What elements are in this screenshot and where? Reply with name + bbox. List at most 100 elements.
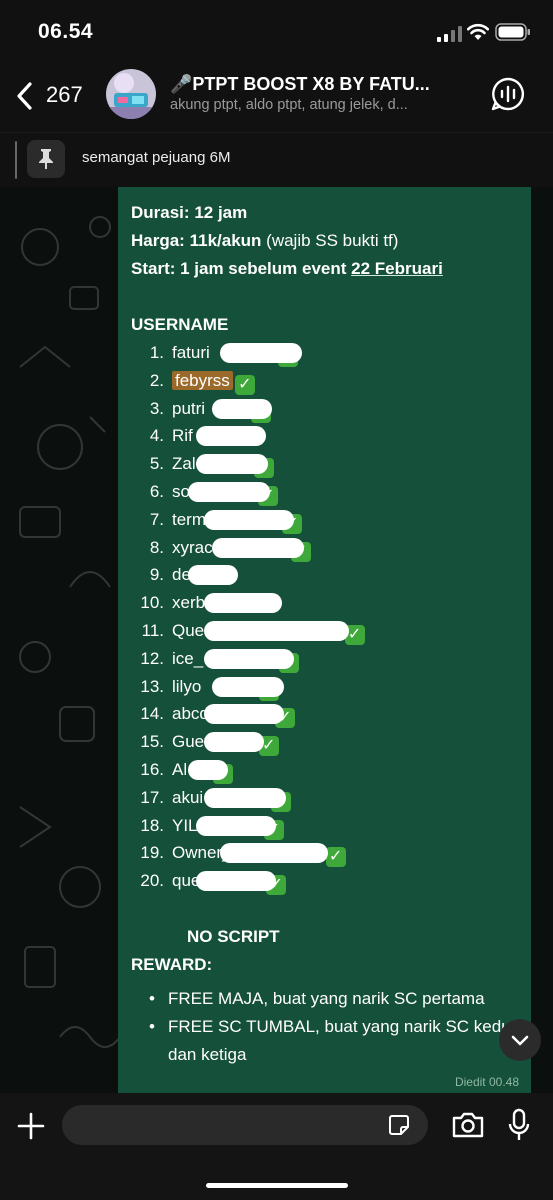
username-item: 13.lilyo✓ <box>131 673 526 701</box>
username-text: YIL <box>172 815 198 835</box>
username-item: 2. febyrss ✓ <box>131 367 526 395</box>
status-time: 06.54 <box>38 20 94 43</box>
chat-area[interactable]: Durasi: 12 jam Harga: 11k/akun (wajib SS… <box>0 187 553 1093</box>
username-item: 20. que ✓ <box>131 867 526 896</box>
battery-icon <box>495 23 530 41</box>
username-number: 6. <box>149 481 164 501</box>
username-item: 3.putri✓ <box>131 395 526 423</box>
redaction-scribble <box>212 676 284 697</box>
username-number: 14. <box>140 704 164 724</box>
message-input[interactable] <box>62 1105 428 1145</box>
username-item: 5.Zal✓ <box>131 450 526 479</box>
redaction-scribble <box>204 620 349 641</box>
username-text: putri <box>172 398 206 418</box>
username-number: 15. <box>140 732 164 752</box>
username-text: febyrss <box>172 370 233 390</box>
username-number: 4. <box>149 426 164 446</box>
username-item: 19. Owner_ ✓ <box>131 839 526 868</box>
redaction-scribble <box>188 565 238 586</box>
username-number: 7. <box>149 509 164 529</box>
username-text: term <box>172 509 206 529</box>
username-text: Zal <box>172 454 196 474</box>
username-number: 12. <box>140 648 164 668</box>
username-item: 12.ice_✓ <box>131 645 526 673</box>
cellular-signal-icon <box>437 26 462 42</box>
price-value: 11k/akun <box>189 231 262 250</box>
username-item: 18.YIL✓ <box>131 812 526 840</box>
start-date-link[interactable]: 22 Februari <box>351 259 443 278</box>
chevron-down-icon <box>511 1035 529 1046</box>
username-item: 10. xerb <box>131 589 526 617</box>
redaction-scribble <box>204 787 286 808</box>
pinned-message-bar[interactable]: semangat pejuang 6M <box>0 132 553 187</box>
plus-icon[interactable] <box>16 1111 46 1141</box>
username-number: 20. <box>140 871 164 891</box>
username-number: 13. <box>140 676 164 696</box>
reward-line: REWARD: <box>131 951 526 979</box>
pinned-indicator <box>15 141 17 179</box>
redaction-scribble <box>204 593 282 614</box>
duration-label: Durasi: <box>131 203 190 222</box>
username-number: 17. <box>140 787 164 807</box>
redaction-scribble <box>220 843 328 864</box>
reward-label: REWARD: <box>131 954 213 974</box>
redaction-scribble <box>196 871 276 892</box>
username-text: Al <box>172 759 188 779</box>
username-list: 1.faturi✓2.febyrss✓3.putri✓4.Rif5.Zal✓6.… <box>131 339 526 896</box>
chat-header: 267 🎤PTPT BOOST X8 BY FATU... akung ptpt… <box>0 64 553 132</box>
username-text: xyrac <box>172 537 213 557</box>
username-item: 4. Rif <box>131 422 526 450</box>
username-text: ice_ <box>172 648 204 668</box>
duration-line: Durasi: 12 jam <box>131 199 526 227</box>
username-item: 15. Guev ✓ <box>131 728 526 757</box>
start-line: Start: 1 jam sebelum event 22 Februari <box>131 255 526 283</box>
check-mark-icon: ✓ <box>325 847 346 868</box>
no-script-label: NO SCRIPT <box>187 926 280 946</box>
back-unread-count[interactable]: 267 <box>46 82 83 108</box>
redaction-scribble <box>212 398 272 419</box>
username-text: akui <box>172 787 204 807</box>
wifi-icon <box>467 23 489 40</box>
price-label: Harga: <box>131 231 185 250</box>
duration-value: 12 jam <box>194 203 248 222</box>
username-text: faturi <box>172 343 210 362</box>
username-item: 17.akui✓ <box>131 784 526 812</box>
username-item: 11. Quee ✓ <box>131 617 526 645</box>
username-text: xerb <box>172 593 206 613</box>
microphone-icon[interactable] <box>507 1108 531 1142</box>
scroll-down-button[interactable] <box>499 1019 541 1061</box>
message-bubble[interactable]: Durasi: 12 jam Harga: 11k/akun (wajib SS… <box>118 187 531 1093</box>
redaction-scribble <box>196 815 276 836</box>
redaction-scribble <box>204 732 264 753</box>
redaction-scribble <box>220 343 302 363</box>
username-text: Rif <box>172 426 193 446</box>
back-chevron-icon[interactable] <box>14 78 36 114</box>
redaction-scribble <box>204 509 294 530</box>
group-avatar[interactable] <box>106 69 156 119</box>
username-item: 16.Al✓ <box>131 756 526 784</box>
username-number: 16. <box>140 759 164 779</box>
username-number: 5. <box>149 454 164 474</box>
check-mark-icon: ✓ <box>234 374 255 395</box>
username-number: 18. <box>140 815 164 835</box>
pin-button[interactable] <box>27 140 65 178</box>
username-number: 3. <box>149 398 164 418</box>
price-note: (wajib SS bukti tf) <box>266 231 399 250</box>
status-bar: 06.54 <box>0 0 553 64</box>
redaction-scribble <box>196 426 266 447</box>
group-members[interactable]: akung ptpt, aldo ptpt, atung jelek, d... <box>170 97 460 113</box>
username-item: 14. abcd ✓ <box>131 700 526 729</box>
redaction-scribble <box>212 537 304 558</box>
camera-icon[interactable] <box>451 1111 485 1139</box>
group-title[interactable]: 🎤PTPT BOOST X8 BY FATU... <box>170 74 470 95</box>
username-item: 7.term✓ <box>131 506 526 534</box>
voice-chat-icon[interactable] <box>490 76 526 112</box>
input-bar <box>0 1093 553 1200</box>
sticker-icon[interactable] <box>387 1113 411 1137</box>
pin-icon <box>39 149 53 169</box>
home-indicator <box>206 1183 348 1188</box>
start-label: Start: 1 jam sebelum event <box>131 259 347 278</box>
redaction-scribble <box>204 704 284 725</box>
username-item: 9. de <box>131 561 526 589</box>
username-number: 2. <box>149 370 164 390</box>
